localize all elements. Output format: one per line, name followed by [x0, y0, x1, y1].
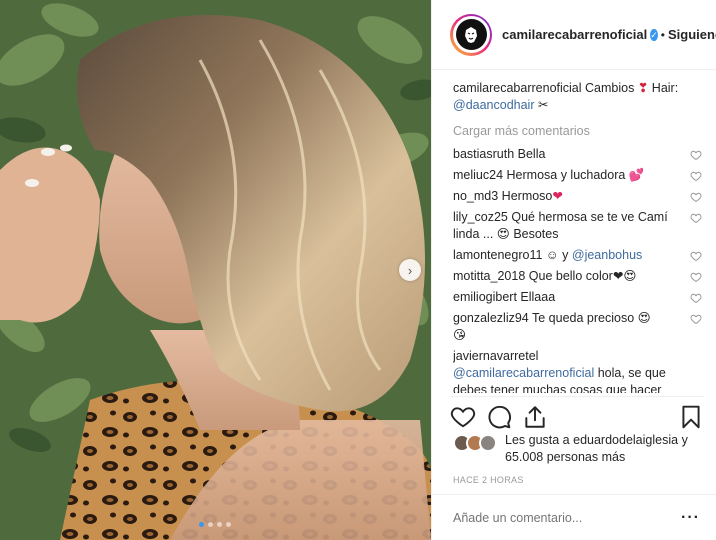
verified-badge-icon: ✓: [650, 28, 658, 41]
comment-username[interactable]: lily_coz25: [453, 210, 508, 224]
scissors-icon: ✂: [537, 98, 549, 112]
caption-text: Cambios: [585, 81, 635, 95]
carousel-dot: [199, 522, 204, 527]
carousel-dot: [226, 522, 231, 527]
carousel-indicator: [199, 522, 231, 527]
avatar[interactable]: [450, 13, 492, 56]
liker-avatars: [453, 434, 497, 452]
comment-text: Hermoso: [501, 189, 553, 203]
comment-text-after: Besotes: [513, 227, 559, 241]
comment-bubble-icon[interactable]: [486, 404, 512, 430]
comment-item: meliuc24 Hermosa y luchadora 💕: [453, 165, 702, 186]
header-separator: •: [660, 27, 665, 42]
comment-text: Te queda precioso: [532, 311, 635, 325]
post-timestamp: HACE 2 HORAS: [453, 475, 524, 485]
comment-username[interactable]: bastiasruth: [453, 147, 514, 161]
share-upload-icon[interactable]: [522, 404, 548, 430]
two-hearts-icon: 💕: [628, 168, 645, 182]
comment-username[interactable]: motitta_2018: [453, 269, 525, 283]
like-comment-heart-icon[interactable]: [690, 170, 702, 182]
comment-item: lily_coz25 Qué hermosa se te ve Camí lin…: [453, 207, 702, 245]
comment-item: emiliogibert Ellaaa: [453, 287, 702, 308]
like-comment-heart-icon[interactable]: [690, 292, 702, 304]
comment-mention-link[interactable]: @camilarecabarrenoficial: [453, 366, 594, 380]
comment-item: no_md3 Hermoso❤: [453, 186, 702, 207]
following-button[interactable]: Siguiendo: [668, 27, 716, 42]
post-actions: [450, 396, 704, 436]
likes-summary[interactable]: Les gusta a eduardodelaiglesia y 65.008 …: [453, 432, 704, 466]
comment-item: gonzalezliz94 Te queda precioso 😍 😘: [453, 308, 702, 346]
add-comment-input[interactable]: [453, 510, 682, 525]
caption-username[interactable]: camilarecabarrenoficial: [453, 81, 582, 95]
comment-text: ☺ y: [545, 248, 569, 262]
kiss-face-icon: 😘: [453, 328, 467, 342]
carousel-dot: [217, 522, 222, 527]
comment-text: Ellaaa: [520, 290, 556, 304]
comment-item: motitta_2018 Que bello color❤😍: [453, 266, 702, 287]
header-username[interactable]: camilarecabarrenoficial: [502, 27, 647, 42]
comment-username[interactable]: gonzalezliz94: [453, 311, 529, 325]
like-comment-heart-icon[interactable]: [690, 191, 702, 203]
likes-prefix: Les gusta a: [505, 433, 570, 447]
post-header: camilarecabarrenoficial ✓ • Siguiendo: [432, 0, 716, 70]
bookmark-icon[interactable]: [678, 404, 704, 430]
likes-user[interactable]: eduardodelaiglesia: [573, 433, 678, 447]
like-heart-icon[interactable]: [450, 404, 476, 430]
comment-item: lamontenegro11 ☺ y @jeanbohus: [453, 245, 702, 266]
like-comment-heart-icon[interactable]: [690, 149, 702, 161]
heart-and-heart-eyes-icon: ❤😍: [612, 269, 637, 283]
heart-eyes-icon: 😍: [637, 311, 651, 325]
likes-count[interactable]: 65.008 personas más: [505, 450, 625, 464]
lion-logo-icon: [455, 19, 487, 50]
load-more-comments-button[interactable]: Cargar más comentarios: [453, 124, 702, 138]
comments-list[interactable]: camilarecabarrenoficial Cambios ❣ Hair: …: [453, 80, 702, 393]
chevron-right-icon: ›: [407, 262, 413, 278]
comment-username[interactable]: no_md3: [453, 189, 498, 203]
comment-username[interactable]: javiernavarretel: [453, 349, 538, 363]
caption-mention-link[interactable]: @daancodhair: [453, 98, 535, 112]
post-photo[interactable]: ›: [0, 0, 431, 540]
carousel-dot: [208, 522, 213, 527]
like-comment-heart-icon[interactable]: [690, 212, 702, 224]
carousel-next-button[interactable]: ›: [399, 259, 421, 281]
comment-text: Bella: [517, 147, 546, 161]
red-heart-icon: ❤: [552, 189, 563, 203]
likes-text: Les gusta a eduardodelaiglesia y 65.008 …: [505, 432, 688, 466]
like-comment-heart-icon[interactable]: [690, 313, 702, 325]
avatar: [479, 434, 497, 452]
more-options-icon[interactable]: ···: [681, 509, 700, 527]
add-comment-bar: ···: [432, 494, 716, 540]
likes-middle: y: [681, 433, 688, 447]
comment-username[interactable]: meliuc24: [453, 168, 503, 182]
comment-item: bastiasruth Bella: [453, 144, 702, 165]
heart-exclamation-icon: ❣: [637, 81, 649, 95]
comment-text: Hermosa y luchadora: [506, 168, 626, 182]
comment-username[interactable]: emiliogibert: [453, 290, 517, 304]
post-photo-illustration: [0, 0, 431, 540]
like-comment-heart-icon[interactable]: [690, 271, 702, 283]
like-comment-heart-icon[interactable]: [690, 250, 702, 262]
caption-hair-label: Hair:: [651, 81, 679, 95]
post-caption: camilarecabarrenoficial Cambios ❣ Hair: …: [453, 80, 702, 114]
comment-item: javiernavarretel @camilarecabarrenoficial…: [453, 346, 702, 393]
comment-text: Que bello color: [528, 269, 613, 283]
post-side-panel: camilarecabarrenoficial ✓ • Siguiendo ca…: [431, 0, 716, 540]
comment-username[interactable]: lamontenegro11: [453, 248, 542, 262]
heart-eyes-icon: 😍: [496, 227, 510, 241]
comment-mention-link[interactable]: @jeanbohus: [572, 248, 642, 262]
